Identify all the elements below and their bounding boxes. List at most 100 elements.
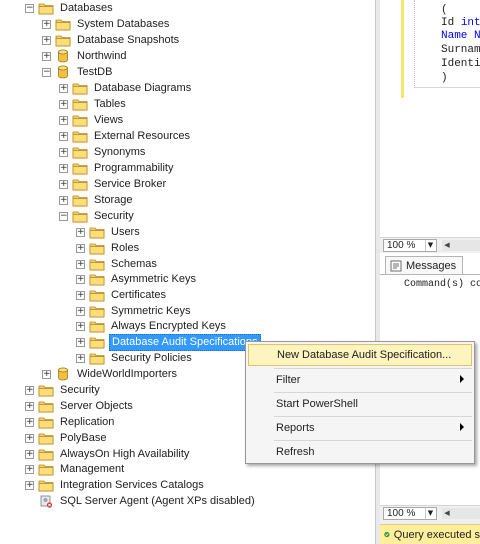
- menu-item-filter[interactable]: Filter: [248, 369, 472, 391]
- tab-messages[interactable]: Messages: [385, 256, 464, 274]
- tree-node-roles[interactable]: + Roles: [76, 240, 141, 256]
- tree-node-label[interactable]: Tables: [92, 97, 128, 112]
- expand-icon[interactable]: +: [76, 259, 85, 269]
- collapse-icon[interactable]: −: [42, 67, 51, 77]
- expand-icon[interactable]: +: [25, 417, 34, 427]
- expand-icon[interactable]: +: [42, 19, 51, 29]
- tree-node-label[interactable]: Server Objects: [58, 399, 135, 414]
- chevron-down-icon[interactable]: ▼: [425, 240, 435, 251]
- tree-node-replication[interactable]: + Replication: [25, 414, 116, 430]
- expand-icon[interactable]: +: [59, 195, 68, 205]
- expand-icon[interactable]: +: [76, 353, 85, 363]
- tree-node-label[interactable]: AlwaysOn High Availability: [58, 447, 191, 462]
- tree-node-label[interactable]: Storage: [92, 193, 135, 208]
- tree-node-programmability[interactable]: + Programmability: [59, 160, 175, 176]
- expand-icon[interactable]: +: [25, 480, 34, 490]
- tree-node-label[interactable]: Security Policies: [109, 351, 194, 366]
- tree-node-label[interactable]: Northwind: [75, 49, 129, 64]
- tree-node-label[interactable]: Database Snapshots: [75, 33, 181, 48]
- collapse-icon[interactable]: −: [59, 211, 68, 221]
- scroll-left-icon[interactable]: ◀: [442, 508, 452, 519]
- tree-node-wideworldimporters[interactable]: + WideWorldImporters: [42, 366, 179, 382]
- expand-icon[interactable]: +: [25, 449, 34, 459]
- expand-icon[interactable]: +: [59, 115, 68, 125]
- tree-node-schemas[interactable]: + Schemas: [76, 256, 159, 272]
- tree-node-asymmetric-keys[interactable]: + Asymmetric Keys: [76, 271, 198, 287]
- tree-node-database-audit-specifications[interactable]: + Database Audit Specifications: [76, 333, 261, 351]
- tree-node-service-broker[interactable]: + Service Broker: [59, 176, 168, 192]
- tree-node-label[interactable]: Users: [109, 225, 142, 240]
- expand-icon[interactable]: +: [59, 147, 68, 157]
- tree-node-views[interactable]: + Views: [59, 112, 125, 128]
- tree-node-label[interactable]: Certificates: [109, 288, 168, 303]
- tree-node-northwind[interactable]: + Northwind: [42, 48, 129, 64]
- menu-item-refresh[interactable]: Refresh: [248, 441, 472, 463]
- tree-node-polybase[interactable]: + PolyBase: [25, 430, 108, 446]
- tree-node-label[interactable]: Database Audit Specifications: [109, 333, 261, 351]
- tree-node-sql-server-agent-agent-xps-disabled[interactable]: SQL Server Agent (Agent XPs disabled): [25, 493, 257, 509]
- tree-node-tables[interactable]: + Tables: [59, 96, 128, 112]
- expand-icon[interactable]: +: [59, 99, 68, 109]
- tree-node-label[interactable]: Management: [58, 462, 126, 477]
- tree-node-label[interactable]: TestDB: [75, 65, 114, 80]
- expand-icon[interactable]: +: [42, 51, 51, 61]
- expand-icon[interactable]: +: [76, 306, 85, 316]
- menu-item-reports[interactable]: Reports: [248, 417, 472, 439]
- tree-node-label[interactable]: SQL Server Agent (Agent XPs disabled): [58, 494, 257, 509]
- expand-icon[interactable]: +: [59, 179, 68, 189]
- tree-node-security[interactable]: + Security: [25, 382, 102, 398]
- tree-node-label[interactable]: Roles: [109, 241, 141, 256]
- expand-icon[interactable]: +: [25, 385, 34, 395]
- tree-node-security-policies[interactable]: + Security Policies: [76, 350, 194, 366]
- tree-node-label[interactable]: Asymmetric Keys: [109, 272, 198, 287]
- tree-node-database-snapshots[interactable]: + Database Snapshots: [42, 32, 181, 48]
- tree-node-synonyms[interactable]: + Synonyms: [59, 144, 147, 160]
- expand-icon[interactable]: +: [25, 464, 34, 474]
- tree-node-symmetric-keys[interactable]: + Symmetric Keys: [76, 303, 192, 319]
- expand-icon[interactable]: +: [42, 35, 51, 45]
- tree-node-certificates[interactable]: + Certificates: [76, 287, 168, 303]
- expand-icon[interactable]: +: [76, 337, 85, 347]
- tree-node-label[interactable]: Security: [92, 209, 136, 224]
- horizontal-scrollbar[interactable]: ◀: [442, 240, 480, 251]
- tree-node-label[interactable]: Replication: [58, 415, 116, 430]
- tree-node-alwayson-high-availability[interactable]: + AlwaysOn High Availability: [25, 446, 191, 462]
- scroll-left-icon[interactable]: ◀: [442, 240, 452, 251]
- tree-node-label[interactable]: Always Encrypted Keys: [109, 319, 228, 334]
- expand-icon[interactable]: +: [42, 369, 51, 379]
- tree-node-label[interactable]: Database Diagrams: [92, 81, 193, 96]
- expand-icon[interactable]: +: [76, 290, 85, 300]
- expand-icon[interactable]: +: [59, 163, 68, 173]
- tree-node-server-objects[interactable]: + Server Objects: [25, 398, 135, 414]
- tree-node-label[interactable]: Symmetric Keys: [109, 304, 192, 319]
- tree-node-storage[interactable]: + Storage: [59, 192, 135, 208]
- tree-node-label[interactable]: External Resources: [92, 129, 192, 144]
- tree-node-always-encrypted-keys[interactable]: + Always Encrypted Keys: [76, 318, 228, 334]
- tree-node-external-resources[interactable]: + External Resources: [59, 128, 192, 144]
- tree-node-label[interactable]: PolyBase: [58, 431, 108, 446]
- expand-icon[interactable]: +: [76, 243, 85, 253]
- expand-icon[interactable]: +: [59, 131, 68, 141]
- menu-item-new-database-audit-specification[interactable]: New Database Audit Specification...: [248, 344, 472, 366]
- tree-node-label[interactable]: WideWorldImporters: [75, 367, 179, 382]
- horizontal-scrollbar[interactable]: ◀: [442, 508, 480, 519]
- zoom-select[interactable]: 100 % ▼: [383, 239, 437, 252]
- tree-node-label[interactable]: Schemas: [109, 257, 159, 272]
- tree-node-users[interactable]: + Users: [76, 224, 142, 240]
- menu-item-start-powershell[interactable]: Start PowerShell: [248, 393, 472, 415]
- expand-icon[interactable]: +: [76, 274, 85, 284]
- tree-node-database-diagrams[interactable]: + Database Diagrams: [59, 80, 193, 96]
- expand-icon[interactable]: +: [76, 321, 85, 331]
- tree-node-label[interactable]: Integration Services Catalogs: [58, 478, 206, 493]
- tree-node-integration-services-catalogs[interactable]: + Integration Services Catalogs: [25, 477, 206, 493]
- tree-node-label[interactable]: Views: [92, 113, 125, 128]
- expand-icon[interactable]: +: [76, 227, 85, 237]
- tree-node-label[interactable]: System Databases: [75, 17, 171, 32]
- collapse-icon[interactable]: −: [25, 3, 34, 13]
- code-editor[interactable]: ( Id int Name N Surname Identit ): [380, 0, 480, 237]
- tree-node-label[interactable]: Service Broker: [92, 177, 168, 192]
- tree-node-label[interactable]: Databases: [58, 1, 115, 16]
- tree-node-label[interactable]: Synonyms: [92, 145, 147, 160]
- zoom-select[interactable]: 100 % ▼: [383, 507, 437, 520]
- expand-icon[interactable]: +: [25, 433, 34, 443]
